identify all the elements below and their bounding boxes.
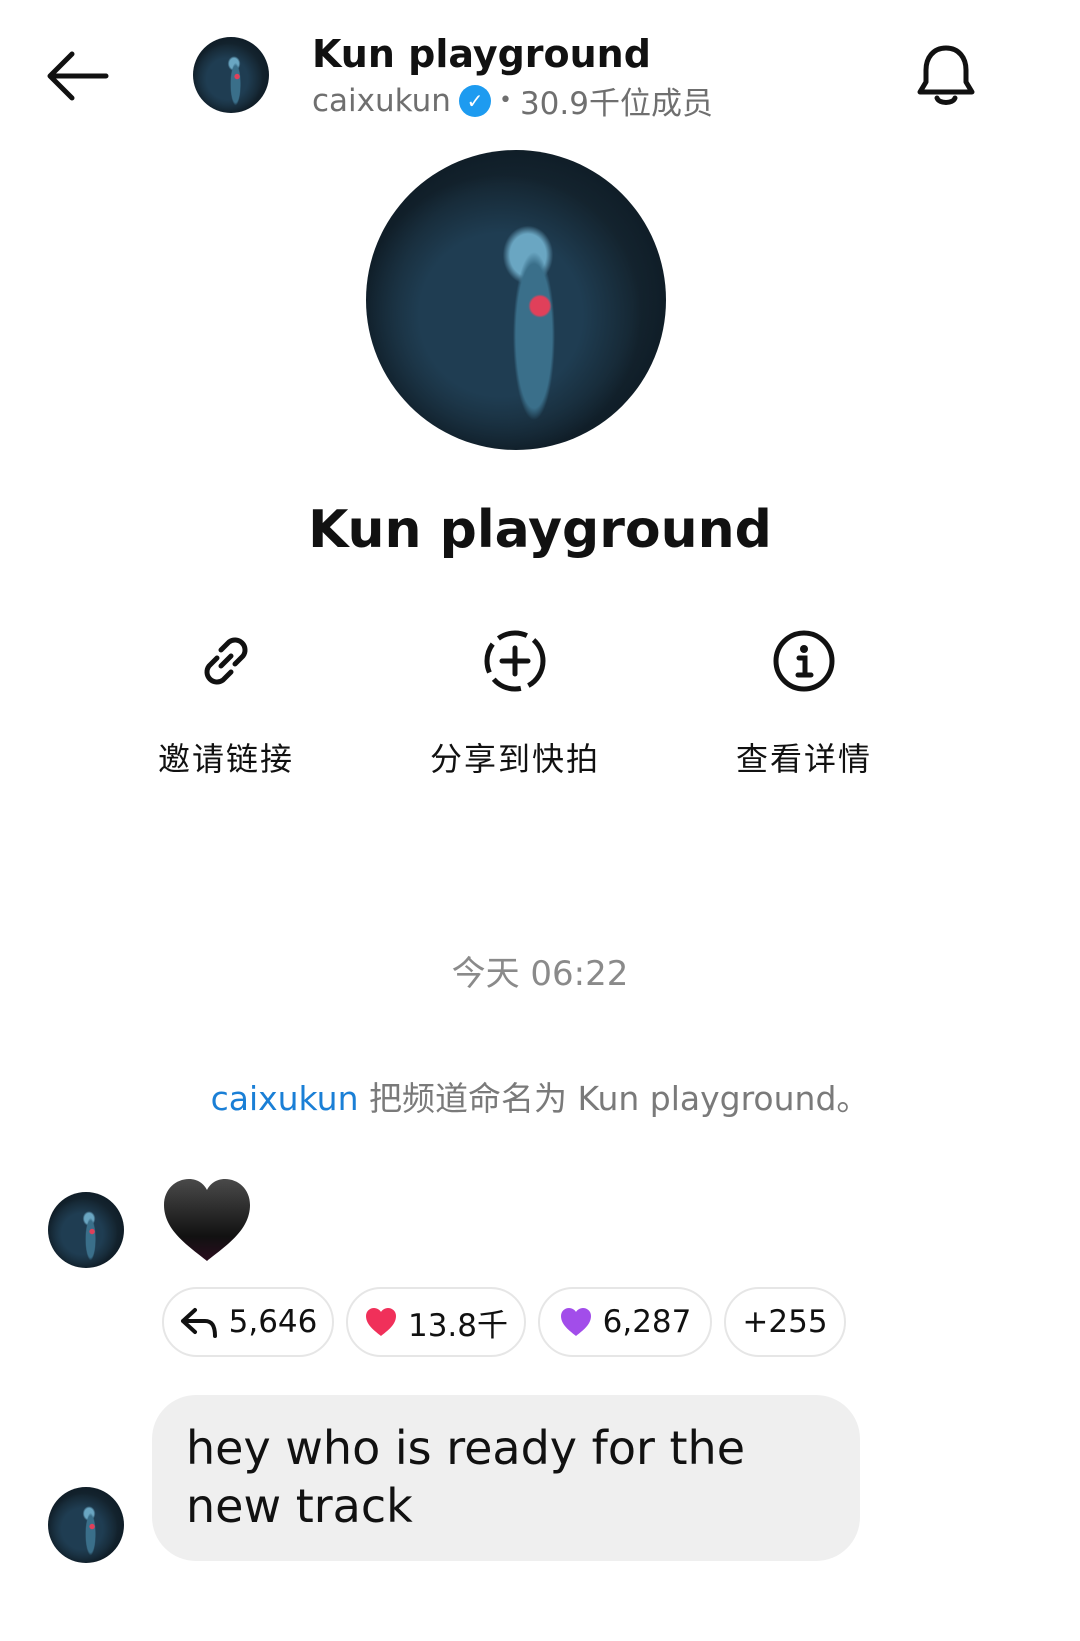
red-heart-count: 13.8千 xyxy=(407,1307,509,1344)
share-to-story-label: 分享到快拍 xyxy=(429,740,600,778)
chat-timestamp: 今天 06:22 xyxy=(451,954,629,994)
invite-link-button[interactable]: 邀请链接 xyxy=(96,628,356,780)
verified-badge-icon: ✓ xyxy=(458,84,491,117)
more-reactions-count: +255 xyxy=(742,1304,828,1340)
reply-count: 5,646 xyxy=(228,1304,318,1340)
sender-avatar[interactable] xyxy=(48,1192,124,1268)
channel-avatar-large[interactable] xyxy=(366,150,666,450)
share-to-story-button[interactable]: 分享到快拍 xyxy=(385,628,645,780)
channel-avatar-small[interactable] xyxy=(193,37,269,113)
link-icon xyxy=(204,637,248,685)
black-heart-emoji-message[interactable] xyxy=(160,1175,254,1265)
purple-heart-icon xyxy=(560,1308,591,1336)
channel-name: Kun playground xyxy=(308,500,772,560)
reply-count-pill[interactable]: 5,646 xyxy=(162,1287,334,1357)
red-heart-icon xyxy=(365,1308,396,1336)
header-subtitle: caixukun ✓ • 30.9千位成员 xyxy=(312,78,713,123)
system-message: caixukun 把频道命名为 Kun playground。 xyxy=(0,1072,1080,1120)
more-reactions-pill[interactable]: +255 xyxy=(724,1287,846,1357)
sender-avatar[interactable] xyxy=(48,1487,124,1563)
back-button[interactable] xyxy=(40,48,112,104)
arrow-left-icon xyxy=(47,51,109,101)
invite-link-label: 邀请链接 xyxy=(157,740,294,778)
red-heart-reaction-pill[interactable]: 13.8千 xyxy=(346,1287,526,1357)
separator: • xyxy=(498,88,512,113)
reply-icon xyxy=(180,1308,217,1338)
message-bubble[interactable]: hey who is ready for the new track xyxy=(152,1395,860,1561)
notifications-button[interactable] xyxy=(915,42,977,108)
info-icon xyxy=(773,630,835,692)
owner-name[interactable]: caixukun xyxy=(312,83,451,119)
view-details-button[interactable]: 查看详情 xyxy=(674,628,934,780)
system-message-user[interactable]: caixukun xyxy=(211,1079,359,1118)
purple-heart-count: 6,287 xyxy=(602,1304,692,1340)
bell-icon xyxy=(917,45,975,105)
black-heart-icon xyxy=(164,1179,250,1261)
member-count: 30.9千位成员 xyxy=(519,86,713,122)
message-text: hey who is ready for the new track xyxy=(186,1421,746,1533)
add-circle-icon xyxy=(484,630,546,692)
purple-heart-reaction-pill[interactable]: 6,287 xyxy=(538,1287,712,1357)
system-message-text: 把频道命名为 Kun playground。 xyxy=(358,1079,870,1118)
header-title[interactable]: Kun playground xyxy=(312,32,651,76)
view-details-label: 查看详情 xyxy=(735,740,872,778)
